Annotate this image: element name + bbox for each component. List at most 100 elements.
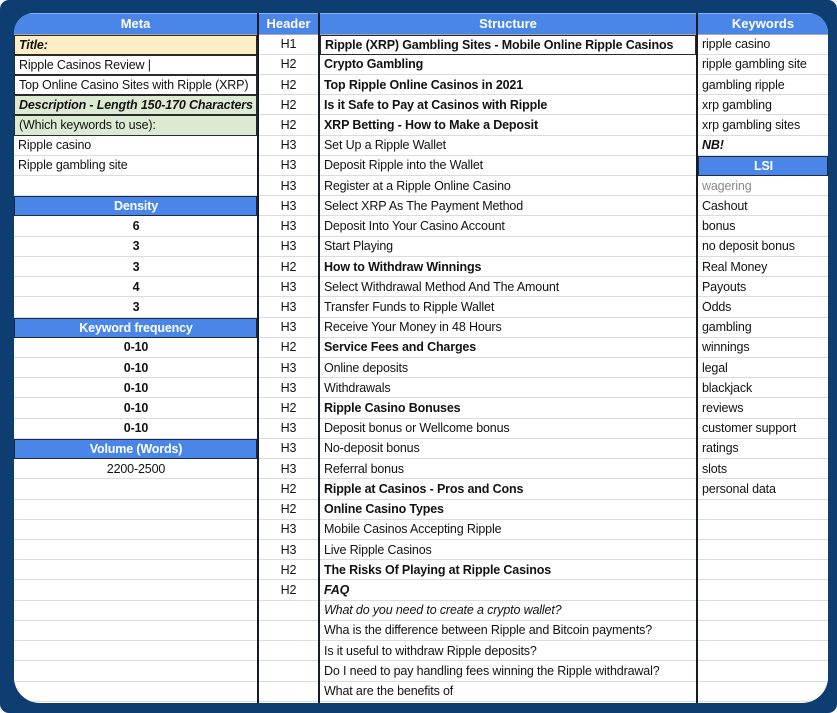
structure-cell[interactable]: Withdrawals <box>320 378 696 398</box>
meta-cell[interactable]: 6 <box>14 216 257 236</box>
structure-cell[interactable]: FAQ <box>320 580 696 600</box>
header-cell[interactable]: H2 <box>259 580 318 600</box>
keyword-cell[interactable]: xrp gambling sites <box>698 115 828 135</box>
keyword-cell[interactable]: legal <box>698 358 828 378</box>
meta-cell[interactable]: Top Online Casino Sites with Ripple (XRP… <box>14 75 257 95</box>
keyword-cell[interactable] <box>698 621 828 641</box>
keyword-cell[interactable]: wagering <box>698 176 828 196</box>
meta-cell[interactable] <box>14 601 257 621</box>
header-cell[interactable]: H3 <box>259 237 318 257</box>
meta-cell[interactable] <box>14 540 257 560</box>
header-cell[interactable]: H3 <box>259 358 318 378</box>
meta-cell[interactable]: Ripple gambling site <box>14 156 257 176</box>
structure-cell[interactable]: No-deposit bonus <box>320 439 696 459</box>
header-cell[interactable]: H3 <box>259 176 318 196</box>
meta-cell[interactable] <box>14 641 257 661</box>
meta-cell[interactable]: 3 <box>14 257 257 277</box>
header-cell[interactable]: H2 <box>259 398 318 418</box>
structure-cell[interactable]: The Risks Of Playing at Ripple Casinos <box>320 560 696 580</box>
keyword-cell[interactable] <box>698 540 828 560</box>
keyword-cell[interactable] <box>698 661 828 681</box>
meta-cell[interactable]: 3 <box>14 297 257 317</box>
keyword-cell[interactable]: gambling ripple <box>698 75 828 95</box>
header-cell[interactable]: H1 <box>259 35 318 55</box>
column-header-structure[interactable]: Structure <box>320 13 696 35</box>
keyword-cell[interactable]: Cashout <box>698 196 828 216</box>
structure-cell[interactable]: Ripple at Casinos - Pros and Cons <box>320 479 696 499</box>
meta-cell[interactable]: 0-10 <box>14 419 257 439</box>
header-cell[interactable]: H3 <box>259 419 318 439</box>
header-cell[interactable]: H3 <box>259 277 318 297</box>
structure-cell[interactable]: Service Fees and Charges <box>320 338 696 358</box>
structure-cell[interactable]: Deposit Ripple into the Wallet <box>320 156 696 176</box>
header-cell[interactable]: H3 <box>259 439 318 459</box>
structure-cell[interactable]: Select XRP As The Payment Method <box>320 196 696 216</box>
header-cell[interactable]: H3 <box>259 136 318 156</box>
structure-cell[interactable]: Select Withdrawal Method And The Amount <box>320 277 696 297</box>
meta-cell[interactable] <box>14 661 257 681</box>
structure-cell[interactable]: XRP Betting - How to Make a Deposit <box>320 115 696 135</box>
column-header-keywords[interactable]: Keywords <box>698 13 828 35</box>
meta-cell[interactable]: Ripple Casinos Review | <box>14 55 257 75</box>
section-header-cell[interactable]: Volume (Words) <box>14 439 257 459</box>
structure-cell[interactable]: Register at a Ripple Online Casino <box>320 176 696 196</box>
section-header-cell[interactable]: Density <box>14 196 257 216</box>
meta-cell[interactable] <box>14 580 257 600</box>
keyword-cell[interactable]: Real Money <box>698 257 828 277</box>
header-cell[interactable]: H3 <box>259 297 318 317</box>
structure-cell[interactable]: Receive Your Money in 48 Hours <box>320 318 696 338</box>
keyword-cell[interactable]: ratings <box>698 439 828 459</box>
header-cell[interactable] <box>259 641 318 661</box>
header-cell[interactable] <box>259 661 318 681</box>
keyword-cell[interactable]: Payouts <box>698 277 828 297</box>
structure-cell[interactable]: Mobile Casinos Accepting Ripple <box>320 520 696 540</box>
structure-cell[interactable]: Ripple Casino Bonuses <box>320 398 696 418</box>
structure-cell[interactable]: Live Ripple Casinos <box>320 540 696 560</box>
header-cell[interactable]: H3 <box>259 540 318 560</box>
keyword-cell[interactable]: winnings <box>698 338 828 358</box>
header-cell[interactable]: H2 <box>259 338 318 358</box>
header-cell[interactable]: H3 <box>259 156 318 176</box>
header-cell[interactable]: H2 <box>259 75 318 95</box>
meta-cell[interactable]: 2200-2500 <box>14 459 257 479</box>
structure-cell[interactable]: Is it useful to withdraw Ripple deposits… <box>320 641 696 661</box>
section-header-cell[interactable]: Keyword frequency <box>14 318 257 338</box>
column-header-header[interactable]: Header <box>259 13 318 35</box>
meta-cell[interactable]: Ripple casino <box>14 136 257 156</box>
keyword-cell[interactable]: ripple gambling site <box>698 55 828 75</box>
structure-cell[interactable]: What do you need to create a crypto wall… <box>320 601 696 621</box>
keyword-cell[interactable]: personal data <box>698 479 828 499</box>
header-cell[interactable]: H2 <box>259 95 318 115</box>
meta-cell[interactable]: 0-10 <box>14 338 257 358</box>
meta-cell[interactable]: 0-10 <box>14 398 257 418</box>
meta-cell[interactable]: 0-10 <box>14 358 257 378</box>
keyword-cell[interactable]: NB! <box>698 136 828 156</box>
structure-cell[interactable]: Set Up a Ripple Wallet <box>320 136 696 156</box>
header-cell[interactable] <box>259 682 318 702</box>
header-cell[interactable]: H2 <box>259 560 318 580</box>
meta-cell[interactable]: 0-10 <box>14 378 257 398</box>
header-cell[interactable]: H3 <box>259 520 318 540</box>
keyword-cell[interactable] <box>698 682 828 702</box>
meta-cell[interactable] <box>14 500 257 520</box>
meta-cell[interactable]: Title: <box>14 35 257 55</box>
header-cell[interactable]: H2 <box>259 115 318 135</box>
structure-cell[interactable]: Is it Safe to Pay at Casinos with Ripple <box>320 95 696 115</box>
header-cell[interactable]: H2 <box>259 257 318 277</box>
structure-cell[interactable]: What are the benefits of <box>320 682 696 702</box>
keyword-cell[interactable]: xrp gambling <box>698 95 828 115</box>
keyword-cell[interactable] <box>698 560 828 580</box>
section-header-cell[interactable]: LSI <box>698 156 828 176</box>
meta-cell[interactable] <box>14 176 257 196</box>
header-cell[interactable]: H2 <box>259 479 318 499</box>
meta-cell[interactable] <box>14 682 257 702</box>
header-cell[interactable] <box>259 621 318 641</box>
keyword-cell[interactable]: customer support <box>698 419 828 439</box>
structure-cell[interactable]: Referral bonus <box>320 459 696 479</box>
keyword-cell[interactable]: ripple casino <box>698 35 828 55</box>
meta-cell[interactable] <box>14 520 257 540</box>
header-cell[interactable]: H2 <box>259 500 318 520</box>
column-header-meta[interactable]: Meta <box>14 13 257 35</box>
keyword-cell[interactable]: Odds <box>698 297 828 317</box>
structure-cell[interactable]: Transfer Funds to Ripple Wallet <box>320 297 696 317</box>
